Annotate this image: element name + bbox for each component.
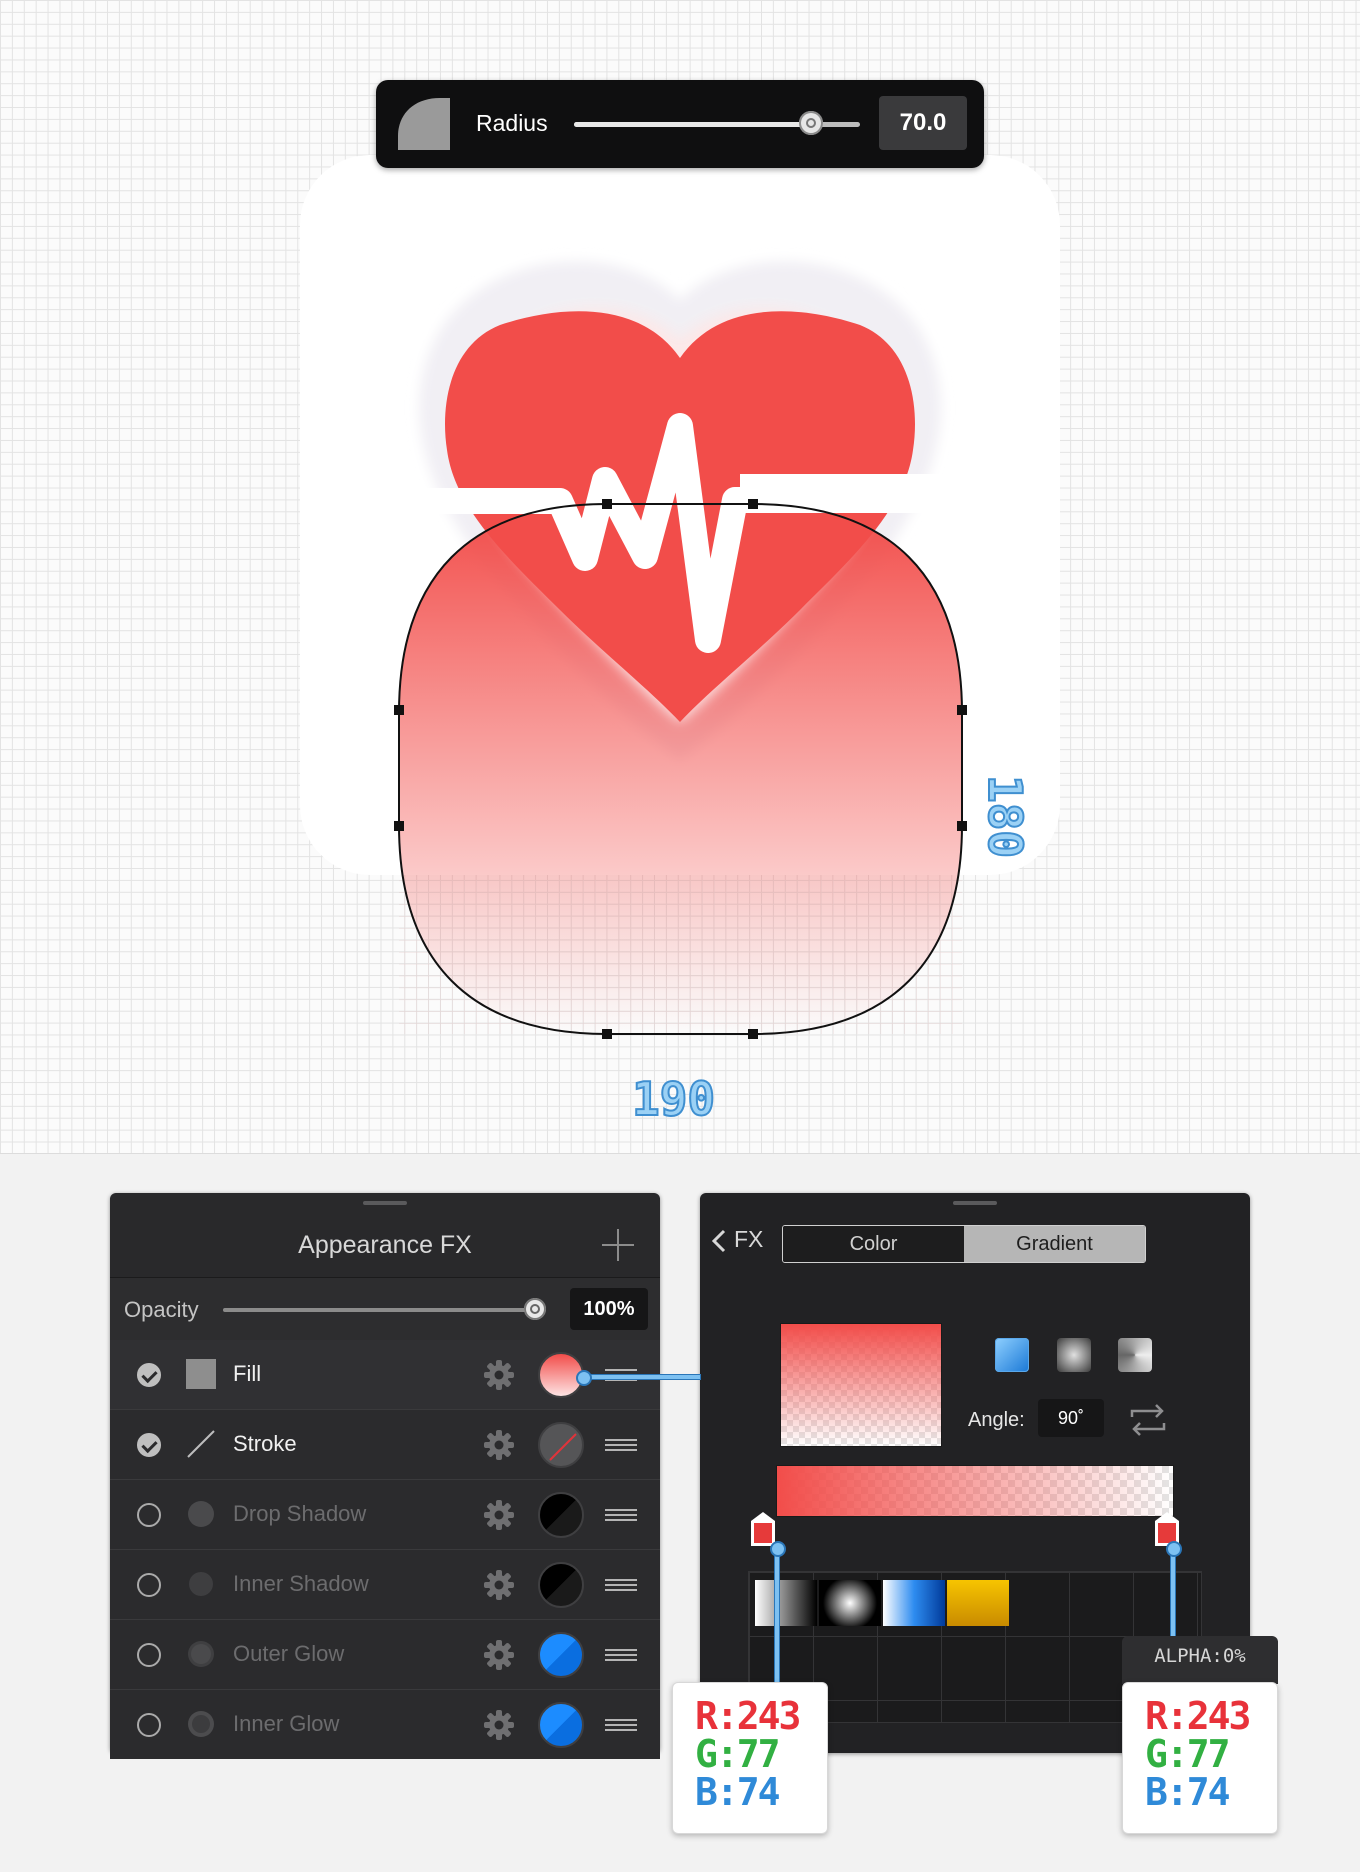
panel-grabber[interactable]: [363, 1201, 407, 1205]
opacity-row: Opacity 100%: [110, 1277, 660, 1340]
gradient-stop-left[interactable]: [750, 1511, 776, 1547]
gear-icon[interactable]: [483, 1499, 515, 1531]
width-dimension: 190: [631, 1071, 716, 1127]
effect-row-inner-shadow[interactable]: Inner Shadow: [110, 1549, 660, 1619]
gear-icon[interactable]: [483, 1709, 515, 1741]
back-button[interactable]: FX: [712, 1223, 772, 1259]
right-stop-callout-line: [1171, 1546, 1175, 1636]
fill-type-segmented-control: Color Gradient: [782, 1225, 1146, 1263]
left-stop-callout-line: [775, 1546, 779, 1682]
preset-black-white[interactable]: [755, 1580, 817, 1626]
chevron-left-icon: [712, 1229, 726, 1253]
effect-label: Stroke: [233, 1431, 297, 1456]
inner-shadow-icon: [186, 1569, 216, 1599]
fill-connector-line: [584, 1375, 700, 1379]
gear-icon[interactable]: [483, 1639, 515, 1671]
inner-shadow-color-swatch[interactable]: [538, 1562, 584, 1608]
radius-slider-fill: [574, 122, 812, 127]
effect-label: Outer Glow: [233, 1641, 345, 1666]
corner-radius-icon: [398, 98, 450, 150]
effect-label: Inner Shadow: [233, 1571, 369, 1596]
icon-illustration: [387, 261, 973, 1039]
angle-gradient-button[interactable]: [1118, 1338, 1152, 1372]
inner-shadow-checkbox[interactable]: [137, 1573, 161, 1597]
radius-toolbar: Radius 70.0: [376, 80, 984, 168]
effect-label: Fill: [233, 1361, 262, 1386]
appearance-fx-panel: Appearance FX Opacity 100% Fill Stroke D…: [110, 1193, 660, 1759]
right-stop-callout-dot: [1166, 1541, 1182, 1557]
inner-glow-checkbox[interactable]: [137, 1713, 161, 1737]
outer-glow-color-swatch[interactable]: [538, 1632, 584, 1678]
add-icon[interactable]: [602, 1229, 634, 1261]
angle-label: Angle:: [968, 1409, 1025, 1431]
gradient-bar[interactable]: [776, 1465, 1174, 1517]
tab-color[interactable]: Color: [783, 1226, 964, 1262]
blue-value: B:74: [695, 1770, 781, 1814]
alpha-tag: ALPHA:0%: [1122, 1636, 1278, 1684]
drop-shadow-icon: [186, 1499, 216, 1529]
left-stop-color-card: R:243 G:77 B:74: [672, 1682, 828, 1834]
reverse-gradient-icon[interactable]: [1128, 1403, 1168, 1437]
drop-shadow-color-swatch[interactable]: [538, 1492, 584, 1538]
outer-glow-icon: [186, 1639, 216, 1669]
blue-value: B:74: [1145, 1770, 1231, 1814]
gear-icon[interactable]: [483, 1359, 515, 1391]
green-value: G:77: [695, 1732, 781, 1776]
angle-input[interactable]: 90˚: [1038, 1399, 1104, 1437]
opacity-slider-thumb[interactable]: [524, 1298, 546, 1320]
panel-title: Appearance FX: [298, 1231, 472, 1259]
fill-icon: [186, 1359, 216, 1389]
height-dimension: 180: [977, 774, 1033, 859]
preset-blue[interactable]: [883, 1580, 945, 1626]
radius-value-field[interactable]: 70.0: [879, 96, 967, 150]
opacity-slider[interactable]: [223, 1298, 546, 1320]
panel-grabber[interactable]: [953, 1201, 997, 1205]
green-value: G:77: [1145, 1732, 1231, 1776]
design-canvas[interactable]: Radius 70.0 190 180: [0, 0, 1360, 1154]
drag-handle-icon[interactable]: [605, 1649, 637, 1661]
drop-shadow-checkbox[interactable]: [137, 1503, 161, 1527]
opacity-value-field[interactable]: 100%: [570, 1288, 648, 1330]
effect-row-inner-glow[interactable]: Inner Glow: [110, 1689, 660, 1759]
fill-checkbox[interactable]: [137, 1363, 161, 1387]
inner-glow-icon: [186, 1709, 216, 1739]
grid-overlay: [399, 880, 962, 1034]
effect-label: Inner Glow: [233, 1711, 340, 1736]
stroke-checkbox[interactable]: [137, 1433, 161, 1457]
fill-connector-dot: [576, 1370, 592, 1386]
stroke-icon: [186, 1429, 216, 1459]
gradient-preview: [780, 1323, 942, 1447]
preset-radial-white[interactable]: [819, 1580, 881, 1626]
drag-handle-icon[interactable]: [605, 1509, 637, 1521]
red-value: R:243: [1145, 1694, 1251, 1738]
effects-list: Fill Stroke Drop Shadow Inner Shadow Out…: [110, 1340, 660, 1759]
radius-label: Radius: [476, 110, 548, 136]
inner-glow-color-swatch[interactable]: [538, 1702, 584, 1748]
red-value: R:243: [695, 1694, 801, 1738]
gear-icon[interactable]: [483, 1429, 515, 1461]
drag-handle-icon[interactable]: [605, 1439, 637, 1451]
radial-gradient-button[interactable]: [1057, 1338, 1091, 1372]
radius-slider-thumb[interactable]: [799, 111, 824, 135]
gear-icon[interactable]: [483, 1569, 515, 1601]
stroke-color-swatch[interactable]: [538, 1422, 584, 1468]
effect-row-drop-shadow[interactable]: Drop Shadow: [110, 1479, 660, 1549]
effect-row-stroke[interactable]: Stroke: [110, 1409, 660, 1479]
drag-handle-icon[interactable]: [605, 1719, 637, 1731]
left-stop-callout-dot: [770, 1541, 786, 1557]
linear-gradient-button[interactable]: [995, 1338, 1029, 1372]
drag-handle-icon[interactable]: [605, 1579, 637, 1591]
radius-slider[interactable]: [574, 111, 860, 135]
outer-glow-checkbox[interactable]: [137, 1643, 161, 1667]
effect-label: Drop Shadow: [233, 1501, 367, 1526]
opacity-label: Opacity: [124, 1297, 199, 1322]
back-label: FX: [734, 1226, 764, 1252]
tab-gradient[interactable]: Gradient: [964, 1226, 1145, 1262]
effect-row-outer-glow[interactable]: Outer Glow: [110, 1619, 660, 1689]
right-stop-color-card: R:243 G:77 B:74: [1122, 1682, 1278, 1834]
preset-gold[interactable]: [947, 1580, 1009, 1626]
